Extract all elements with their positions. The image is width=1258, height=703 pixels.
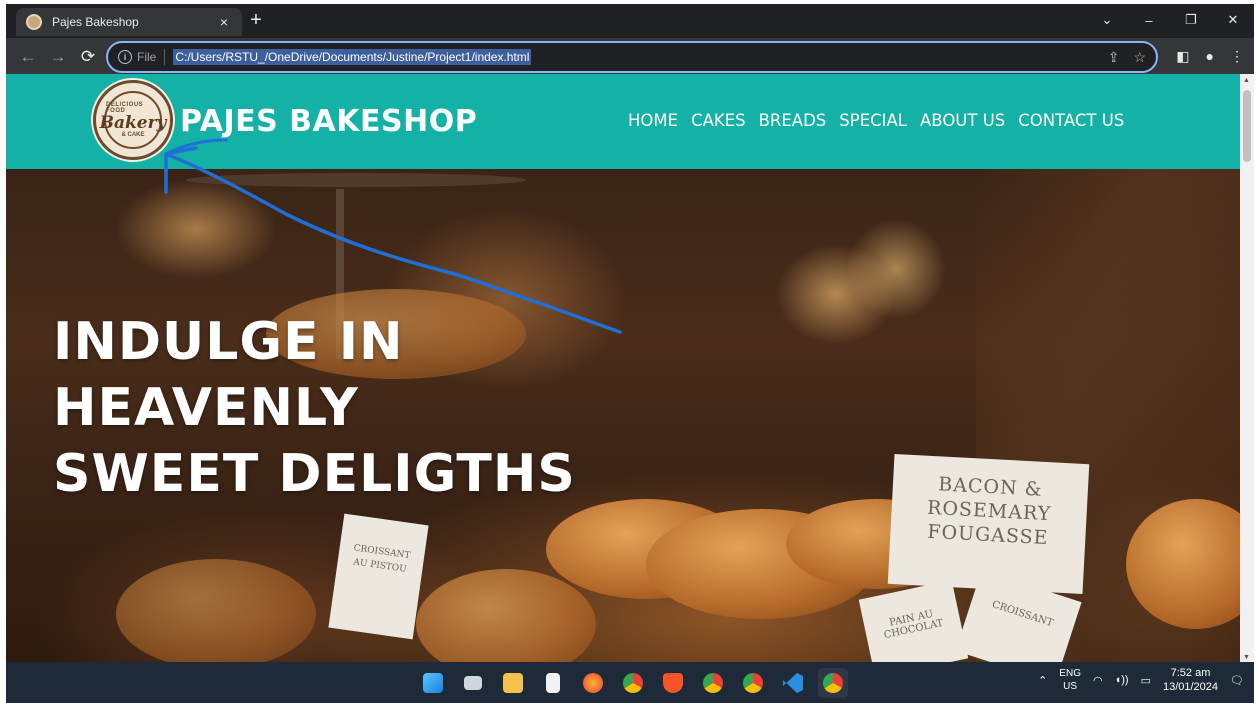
file-scheme-label: File: [137, 50, 157, 64]
bakery-logo[interactable]: DELICIOUS FOOD Bakery & CAKE: [93, 80, 173, 160]
start-button[interactable]: [418, 668, 448, 698]
hero-line: HEAVENLY: [53, 378, 359, 438]
menu-icon[interactable]: ⋮: [1230, 48, 1244, 65]
nav-breads[interactable]: BREADS: [759, 111, 827, 130]
clock-time: 7:52 am: [1170, 667, 1211, 679]
pastry-image: [116, 559, 316, 664]
logo-main-text: Bakery: [99, 113, 167, 133]
chrome-profile-button[interactable]: [698, 668, 728, 698]
chrome-active-button[interactable]: [818, 668, 848, 698]
brave-button[interactable]: [658, 668, 688, 698]
nav-special[interactable]: SPECIAL: [839, 111, 907, 130]
side-panel-icon[interactable]: ◧: [1176, 48, 1189, 65]
chrome-dev-button[interactable]: [738, 668, 768, 698]
brave-icon: [663, 673, 683, 693]
windows-icon: [423, 673, 443, 693]
nav-cakes[interactable]: CAKES: [691, 111, 746, 130]
tab-bar: Pajes Bakeshop × + ⌄ – ❐ ✕: [6, 4, 1254, 36]
task-view-icon: [464, 676, 482, 690]
taskbar: ⌃ ENG US ◠ ◖)) ▭ 7:52 am 13/01/2024 🗨: [6, 662, 1254, 703]
browser-window: Pajes Bakeshop × + ⌄ – ❐ ✕ ← → ⟳ i File …: [6, 4, 1254, 703]
chrome-button[interactable]: [618, 668, 648, 698]
tab-title: Pajes Bakeshop: [52, 15, 139, 29]
clock-date: 13/01/2024: [1162, 681, 1219, 693]
browser-tab[interactable]: Pajes Bakeshop ×: [16, 8, 242, 36]
vscode-button[interactable]: [778, 668, 808, 698]
chrome-icon: [743, 673, 763, 693]
firefox-button[interactable]: [578, 668, 608, 698]
logo-sub-text: & CAKE: [121, 132, 145, 138]
logo-badge: DELICIOUS FOOD Bakery & CAKE: [100, 91, 166, 149]
hero-banner: BACON & ROSEMARY FOUGASSE CROISSANT AU P…: [6, 169, 1240, 664]
share-icon[interactable]: ⇪: [1108, 49, 1120, 66]
close-window-icon[interactable]: ✕: [1212, 4, 1254, 36]
back-icon[interactable]: ←: [18, 47, 38, 67]
address-bar[interactable]: i File C:/Users/RSTU_/OneDrive/Documents…: [106, 41, 1158, 73]
scroll-down-icon[interactable]: ▼: [1243, 654, 1250, 661]
firefox-icon: [583, 673, 603, 693]
hero-line: INDULGE IN: [53, 312, 404, 372]
nav-about-us[interactable]: ABOUT US: [920, 111, 1005, 130]
vscode-icon: [783, 673, 803, 693]
main-nav: HOME CAKES BREADS SPECIAL ABOUT US CONTA…: [628, 111, 1124, 130]
minimize-icon[interactable]: –: [1128, 4, 1170, 36]
nav-home[interactable]: HOME: [628, 111, 678, 130]
omnibox-actions: ⇪ ☆: [1108, 49, 1146, 66]
volume-icon[interactable]: ◖)): [1115, 674, 1129, 686]
favicon-icon: [26, 14, 42, 30]
scroll-up-icon[interactable]: ▲: [1243, 77, 1250, 84]
nav-contact-us[interactable]: CONTACT US: [1018, 111, 1124, 130]
notifications-icon[interactable]: 🗨: [1230, 674, 1244, 687]
pastry-image: [416, 569, 596, 664]
url-text[interactable]: C:/Users/RSTU_/OneDrive/Documents/Justin…: [173, 49, 532, 65]
sign-pain-au-chocolat: PAIN AU CHOCOLAT: [858, 579, 969, 664]
chrome-icon: [823, 673, 843, 693]
site-header: DELICIOUS FOOD Bakery & CAKE PAJES BAKES…: [6, 74, 1240, 169]
page-viewport: DELICIOUS FOOD Bakery & CAKE PAJES BAKES…: [6, 74, 1254, 664]
forward-icon[interactable]: →: [48, 47, 68, 67]
system-tray: ⌃ ENG US ◠ ◖)) ▭ 7:52 am 13/01/2024 🗨: [1038, 666, 1244, 694]
browser-toolbar: ← → ⟳ i File C:/Users/RSTU_/OneDrive/Doc…: [6, 38, 1254, 76]
hero-line: SWEET DELIGTHS: [53, 444, 576, 504]
chrome-icon: [703, 673, 723, 693]
taskbar-apps: [418, 668, 848, 698]
notepad-button[interactable]: [538, 668, 568, 698]
sign-text: CROISSANT: [990, 599, 1055, 630]
battery-icon[interactable]: ▭: [1141, 674, 1151, 687]
tab-close-icon[interactable]: ×: [214, 14, 234, 30]
tab-search-icon[interactable]: ⌄: [1086, 4, 1128, 36]
language-indicator[interactable]: ENG US: [1059, 667, 1081, 693]
window-controls: ⌄ – ❐ ✕: [1086, 4, 1254, 36]
new-tab-button[interactable]: +: [246, 10, 266, 30]
scroll-thumb[interactable]: [1243, 90, 1251, 162]
brand-name: PAJES BAKESHOP: [180, 104, 478, 139]
task-view-button[interactable]: [458, 668, 488, 698]
vertical-scrollbar[interactable]: ▲ ▼: [1240, 74, 1254, 664]
clock[interactable]: 7:52 am 13/01/2024: [1163, 666, 1218, 694]
profile-icon[interactable]: ●: [1206, 48, 1214, 65]
sign-croissant-pistou: CROISSANT AU PISTOU: [328, 513, 429, 640]
hero-cake-stand: [186, 173, 526, 187]
file-explorer-button[interactable]: [498, 668, 528, 698]
lang-code: ENG: [1059, 668, 1081, 679]
bookmark-star-icon[interactable]: ☆: [1133, 49, 1146, 66]
lang-region: US: [1063, 681, 1078, 692]
document-icon: [546, 673, 560, 693]
omnibox-divider: [164, 49, 166, 65]
wifi-icon[interactable]: ◠: [1093, 674, 1103, 687]
tray-overflow-icon[interactable]: ⌃: [1038, 674, 1047, 687]
reload-icon[interactable]: ⟳: [78, 47, 98, 67]
hero-heading: INDULGE IN HEAVENLY SWEET DELIGTHS: [53, 309, 576, 507]
toolbar-actions: ◧ ● ⋮: [1176, 48, 1244, 65]
folder-icon: [503, 673, 523, 693]
restore-icon[interactable]: ❐: [1170, 4, 1212, 36]
info-icon[interactable]: i: [118, 50, 132, 64]
chrome-icon: [623, 673, 643, 693]
